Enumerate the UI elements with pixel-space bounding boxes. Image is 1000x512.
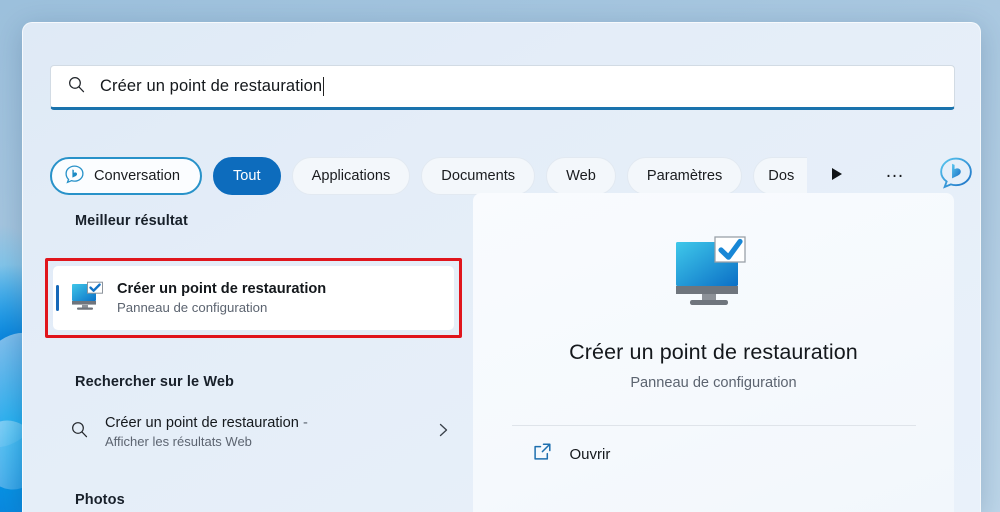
best-match-result-item[interactable]: Créer un point de restauration Panneau d… [53, 266, 454, 330]
filter-pill-tout[interactable]: Tout [213, 157, 281, 195]
web-search-result-item[interactable]: Créer un point de restauration - Affiche… [50, 406, 462, 458]
preview-pane: Créer un point de restauration Panneau d… [473, 193, 954, 512]
best-match-area: Créer un point de restauration Panneau d… [45, 258, 480, 341]
filter-pill-label: Documents [441, 168, 516, 184]
text-caret [323, 77, 325, 96]
section-heading-web-search: Rechercher sur le Web [75, 374, 234, 390]
filter-pill-label: Paramètres [646, 168, 723, 184]
filter-scroll-next-button[interactable] [822, 157, 852, 195]
preview-subtitle: Panneau de configuration [630, 375, 797, 391]
section-heading-photos: Photos [75, 492, 125, 508]
restore-point-monitor-icon [671, 235, 757, 314]
web-result-title: Créer un point de restauration [105, 415, 299, 431]
search-icon [70, 420, 89, 444]
results-column: Meilleur résultat Créer un point de rest… [45, 213, 480, 508]
filter-pill-label: Applications [311, 168, 391, 184]
web-result-title-suffix: - [302, 415, 308, 431]
filter-overflow-button[interactable]: … [877, 157, 913, 195]
filter-pill-web[interactable]: Web [546, 157, 616, 195]
search-input[interactable]: Créer un point de restauration [50, 65, 955, 110]
search-query-text: Créer un point de restauration [100, 77, 323, 96]
preview-title: Créer un point de restauration [569, 340, 858, 364]
windows-search-flyout: Créer un point de restauration Conversat… [22, 22, 981, 512]
filter-pill-label: Conversation [94, 168, 180, 184]
ellipsis-icon: … [885, 161, 906, 182]
restore-point-monitor-icon [70, 281, 104, 316]
selection-indicator-bar [56, 285, 59, 311]
web-result-subtitle: Afficher les résultats Web [105, 434, 252, 449]
section-heading-best-match: Meilleur résultat [75, 213, 188, 229]
play-arrow-icon [830, 166, 844, 187]
filter-pill-documents[interactable]: Documents [421, 157, 536, 195]
best-match-subtitle: Panneau de configuration [117, 300, 268, 315]
open-action-label: Ouvrir [569, 445, 611, 463]
chevron-right-icon [437, 422, 450, 443]
best-match-title: Créer un point de restauration [117, 281, 327, 297]
search-icon [67, 75, 86, 99]
filter-pill-label: Tout [233, 168, 261, 184]
bing-chat-icon [64, 164, 85, 189]
filter-pill-parametres[interactable]: Paramètres [626, 157, 743, 195]
open-action-button[interactable]: Ouvrir [512, 426, 916, 482]
filter-pill-conversation[interactable]: Conversation [50, 157, 202, 195]
bing-logo-icon [940, 157, 973, 189]
filter-pill-applications[interactable]: Applications [291, 157, 411, 195]
external-link-icon [532, 442, 552, 467]
filter-pill-label: Web [566, 168, 596, 184]
filter-pill-label: Dos [768, 168, 795, 184]
bing-logo-button[interactable] [938, 156, 974, 197]
filter-pill-dossiers[interactable]: Dos [753, 157, 808, 195]
